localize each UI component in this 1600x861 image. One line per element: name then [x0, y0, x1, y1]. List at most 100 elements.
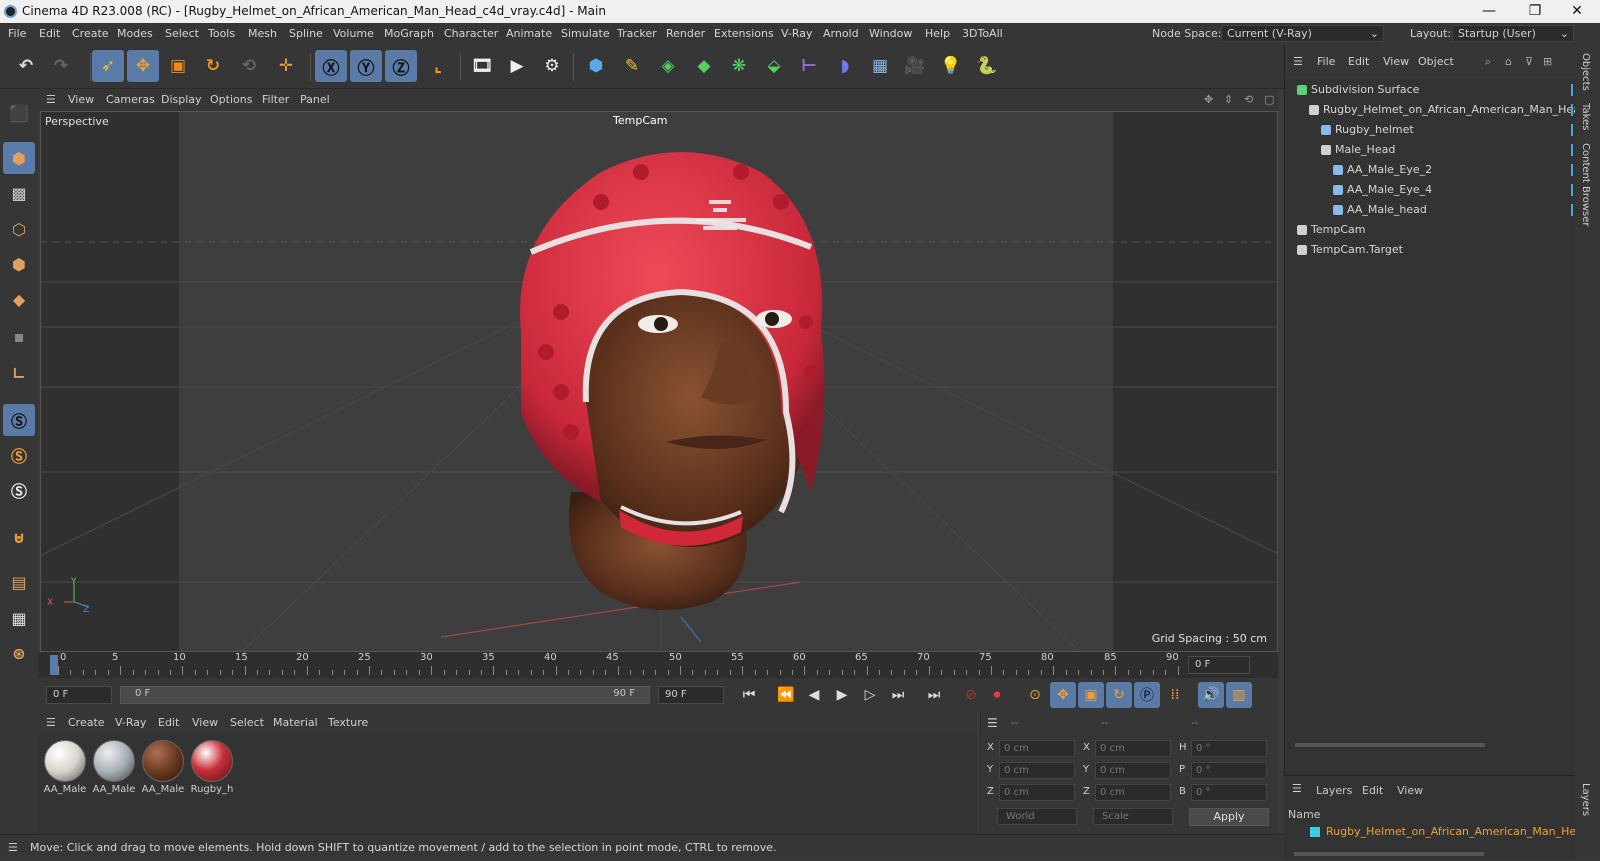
minimize-icon[interactable]: — — [1466, 0, 1512, 23]
material-menu-select[interactable]: Select — [230, 712, 264, 734]
material-menu-vray[interactable]: V-Ray — [115, 712, 147, 734]
object-menu-object[interactable]: Object — [1418, 45, 1454, 79]
search-icon[interactable]: ⌕ — [1485, 45, 1491, 79]
undo-icon[interactable]: ↶ — [10, 50, 42, 82]
viewport-menu-panel[interactable]: Panel — [300, 89, 330, 111]
rotate-tool-icon[interactable]: ↻ — [197, 50, 229, 82]
cloner-icon[interactable]: ❋ — [723, 50, 755, 82]
pos-y-field[interactable]: 0 cm — [999, 762, 1075, 779]
menu-spline[interactable]: Spline — [289, 23, 323, 45]
preview-range-slider[interactable]: 0 F 90 F — [120, 686, 650, 704]
object-menu-file[interactable]: File — [1317, 45, 1335, 79]
uv-mode-icon[interactable]: ▪ — [3, 320, 35, 352]
home-icon[interactable]: ⌂ — [1505, 45, 1512, 79]
close-icon[interactable]: ✕ — [1554, 0, 1600, 23]
cube-primitive-icon[interactable]: ⬢ — [580, 50, 612, 82]
snap-settings-icon[interactable]: Ⓢ — [3, 439, 35, 471]
material-swatch[interactable]: Rugby_h — [189, 740, 235, 800]
rot-b-field[interactable]: 0 ° — [1191, 784, 1267, 801]
size-y-field[interactable]: 0 cm — [1095, 762, 1171, 779]
menu-3dtoall[interactable]: 3DToAll — [962, 23, 1003, 45]
viewport-menu-cameras[interactable]: Cameras — [106, 89, 155, 111]
enabled-check-icon[interactable] — [1571, 124, 1573, 136]
object-menu-edit[interactable]: Edit — [1348, 45, 1369, 79]
menu-animate[interactable]: Animate — [506, 23, 552, 45]
transform-tool-icon[interactable]: ✛ — [270, 50, 302, 82]
object-row[interactable]: TempCam — [1285, 220, 1576, 240]
maximize-icon[interactable]: ❐ — [1512, 0, 1558, 23]
python-icon[interactable]: 🐍 — [971, 50, 1003, 82]
snap-icon[interactable]: Ⓢ — [3, 404, 35, 436]
hamburger-icon[interactable]: ☰ — [1292, 782, 1302, 795]
layers-menu-edit[interactable]: Edit — [1362, 784, 1383, 797]
render-settings-icon[interactable]: ⚙ — [536, 50, 568, 82]
material-swatch[interactable]: AA_Male — [42, 740, 88, 800]
previous-frame-icon[interactable]: ◀ — [801, 682, 827, 708]
point-mode-icon[interactable]: ⬡ — [3, 213, 35, 245]
menu-edit[interactable]: Edit — [39, 23, 60, 45]
polygon-mode-icon[interactable]: ◆ — [3, 283, 35, 315]
subdivision-surface-icon[interactable]: ◈ — [652, 50, 684, 82]
select-tool-icon[interactable]: ➶ — [92, 50, 124, 82]
edge-mode-icon[interactable]: ⬢ — [3, 248, 35, 280]
enabled-check-icon[interactable] — [1571, 164, 1573, 176]
material-swatch[interactable]: AA_Male — [91, 740, 137, 800]
render-region-icon[interactable]: 🎞 — [466, 50, 498, 82]
menu-render[interactable]: Render — [666, 23, 705, 45]
extrude-generator-icon[interactable]: ◆ — [688, 50, 720, 82]
model-mode-icon[interactable]: ⬢ — [3, 142, 35, 174]
key-pla-icon[interactable]: ⁞⁞ — [1162, 682, 1188, 708]
light-icon[interactable]: 💡 — [935, 50, 967, 82]
enabled-check-icon[interactable] — [1571, 184, 1573, 196]
previous-key-icon[interactable]: ⏪ — [773, 682, 799, 708]
object-menu-view[interactable]: View — [1383, 45, 1409, 79]
zoom-view-icon[interactable]: ⇕ — [1224, 89, 1233, 111]
object-row[interactable]: Subdivision Surface — [1285, 80, 1576, 100]
layout-dropdown[interactable]: Startup (User) ⌄ — [1452, 25, 1574, 42]
layers-menu-view[interactable]: View — [1397, 784, 1423, 797]
pen-spline-icon[interactable]: ✎ — [616, 50, 648, 82]
recent-tool-icon[interactable]: ⟲ — [233, 50, 265, 82]
camera-icon[interactable]: 🎥 — [899, 50, 931, 82]
pan-view-icon[interactable]: ✥ — [1204, 89, 1213, 111]
horizontal-scrollbar[interactable] — [1295, 743, 1485, 747]
key-position-icon[interactable]: ✥ — [1050, 682, 1076, 708]
make-editable-icon[interactable]: ⬛ — [3, 97, 35, 129]
snap-quantize-icon[interactable]: Ⓢ — [3, 474, 35, 506]
rot-p-field[interactable]: 0 ° — [1191, 762, 1267, 779]
menu-modes[interactable]: Modes — [117, 23, 153, 45]
next-frame-icon[interactable]: ▷ — [857, 682, 883, 708]
object-row[interactable]: AA_Male_Eye_4 — [1285, 180, 1576, 200]
material-menu-edit[interactable]: Edit — [158, 712, 179, 734]
layer-name[interactable]: Rugby_Helmet_on_African_American_Man_Hea… — [1326, 825, 1590, 838]
pos-z-field[interactable]: 0 cm — [999, 784, 1075, 801]
key-rotation-icon[interactable]: ↻ — [1106, 682, 1132, 708]
rot-h-field[interactable]: 0 ° — [1191, 740, 1267, 757]
horizontal-scrollbar[interactable] — [1294, 852, 1484, 856]
tab-layers[interactable]: Layers — [1580, 783, 1591, 816]
y-axis-lock-icon[interactable]: Ⓨ — [350, 50, 382, 82]
hamburger-icon[interactable]: ☰ — [46, 712, 56, 734]
autokey-icon[interactable]: ⏺ — [984, 682, 1010, 708]
filter-icon[interactable]: ⊽ — [1525, 45, 1533, 79]
next-key-icon[interactable]: ⏭ — [885, 682, 911, 708]
size-x-field[interactable]: 0 cm — [1095, 740, 1171, 757]
timeline-ruler[interactable]: 0 5 10 15 20 25 30 35 40 45 50 55 60 65 … — [38, 652, 1278, 678]
current-frame-field[interactable]: 0 F — [1188, 656, 1250, 674]
object-row[interactable]: Male_Head — [1285, 140, 1576, 160]
menu-extensions[interactable]: Extensions — [714, 23, 774, 45]
menu-arnold[interactable]: Arnold — [823, 23, 859, 45]
x-axis-lock-icon[interactable]: Ⓧ — [315, 50, 347, 82]
menu-volume[interactable]: Volume — [333, 23, 374, 45]
menu-window[interactable]: Window — [869, 23, 912, 45]
menu-mograph[interactable]: MoGraph — [384, 23, 434, 45]
hamburger-icon[interactable]: ☰ — [1293, 45, 1303, 79]
size-z-field[interactable]: 0 cm — [1095, 784, 1171, 801]
scale-tool-icon[interactable]: ▣ — [162, 50, 194, 82]
key-scale-icon[interactable]: ▣ — [1078, 682, 1104, 708]
timeline-playhead[interactable] — [50, 655, 58, 675]
keyframe-selection-icon[interactable]: ⊙ — [1022, 682, 1048, 708]
material-swatch[interactable]: AA_Male — [140, 740, 186, 800]
layers-menu-layers[interactable]: Layers — [1316, 784, 1352, 797]
viewport-menu-options[interactable]: Options — [210, 89, 252, 111]
